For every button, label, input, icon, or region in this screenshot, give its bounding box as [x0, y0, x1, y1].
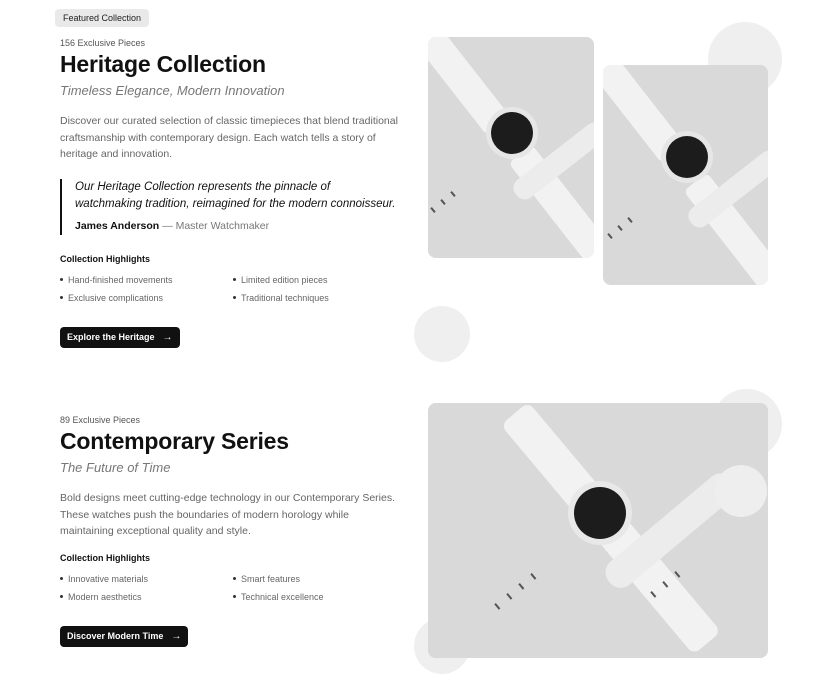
- explore-heritage-button[interactable]: Explore the Heritage →: [60, 327, 180, 348]
- contemporary-highlight-item: Smart features: [233, 574, 300, 584]
- discover-modern-time-button[interactable]: Discover Modern Time →: [60, 626, 189, 647]
- discover-modern-time-label: Discover Modern Time: [67, 631, 164, 641]
- heritage-quote-block: Our Heritage Collection represents the p…: [60, 179, 400, 235]
- heritage-watch-image: [603, 65, 768, 285]
- quote-role: — Master Watchmaker: [162, 220, 270, 232]
- featured-collection-badge: Featured Collection: [55, 9, 150, 27]
- decorative-circle: [414, 306, 470, 362]
- heritage-highlight-item: Exclusive complications: [60, 293, 163, 303]
- heritage-subtitle: Timeless Elegance, Modern Innovation: [60, 83, 285, 98]
- heritage-highlight-item: Traditional techniques: [233, 293, 329, 303]
- quote-attribution: James Anderson — Master Watchmaker: [75, 220, 400, 232]
- heritage-highlights-title: Collection Highlights: [60, 254, 150, 264]
- heritage-highlight-item: Hand-finished movements: [60, 275, 173, 285]
- arrow-right-icon: →: [171, 630, 182, 642]
- explore-heritage-label: Explore the Heritage: [67, 332, 155, 342]
- contemporary-title: Contemporary Series: [60, 428, 289, 454]
- contemporary-piece-count: 89 Exclusive Pieces: [60, 415, 141, 425]
- heritage-watch-image: [428, 37, 594, 258]
- contemporary-highlights-title: Collection Highlights: [60, 553, 150, 563]
- arrow-right-icon: →: [162, 331, 173, 343]
- quote-author: James Anderson: [75, 220, 160, 232]
- heritage-title: Heritage Collection: [60, 51, 266, 77]
- heritage-piece-count: 156 Exclusive Pieces: [60, 38, 146, 48]
- heritage-highlight-item: Limited edition pieces: [233, 275, 328, 285]
- contemporary-highlight-item: Innovative materials: [60, 574, 148, 584]
- contemporary-subtitle: The Future of Time: [60, 460, 171, 475]
- contemporary-description: Bold designs meet cutting-edge technolog…: [60, 492, 396, 537]
- heritage-description: Discover our curated selection of classi…: [60, 115, 398, 160]
- heritage-quote: Our Heritage Collection represents the p…: [75, 181, 396, 210]
- contemporary-watch-image: [428, 403, 768, 658]
- contemporary-highlight-item: Modern aesthetics: [60, 592, 142, 602]
- contemporary-highlight-item: Technical excellence: [233, 592, 324, 602]
